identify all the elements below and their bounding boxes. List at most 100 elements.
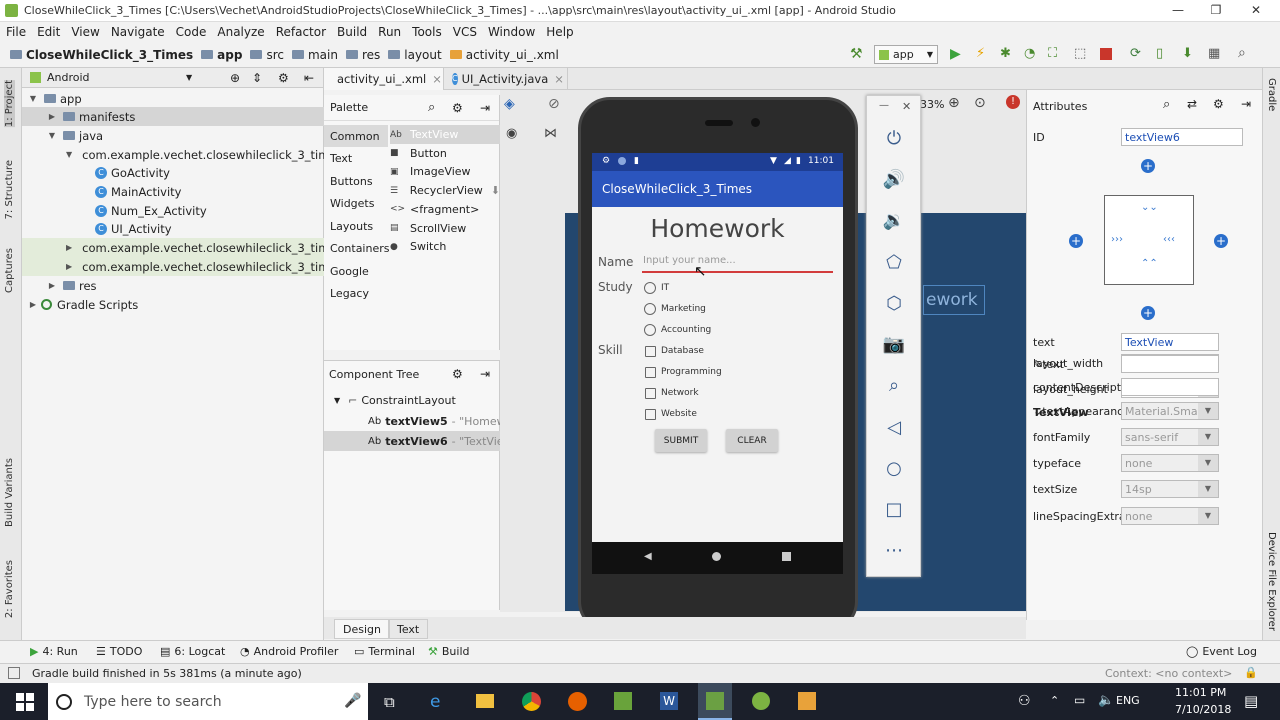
palette-category-text[interactable]: Text [324, 148, 388, 170]
breadcrumb-src[interactable]: src [250, 48, 284, 62]
breadcrumb-file[interactable]: activity_ui_.xml [449, 48, 559, 62]
camera-icon[interactable]: 📷 [881, 332, 907, 358]
tree-item[interactable]: ▶ com.example.vechet.closewhileclick_3_ti… [22, 257, 343, 276]
tree-item[interactable]: ▶ com.example.vechet.closewhileclick_3_ti… [22, 238, 343, 257]
radio-it[interactable] [644, 282, 656, 294]
wrap-horizontal-icon[interactable]: ‹‹‹ [1163, 234, 1175, 245]
windows-start-icon[interactable] [16, 693, 34, 711]
zoom-fit-icon[interactable]: ⊙ [974, 95, 986, 111]
attr-value-input[interactable]: sans-serif ▼ [1121, 428, 1219, 446]
hide-icon[interactable]: ⇤ [304, 71, 314, 85]
swap-view-icon[interactable]: ⇄ [1187, 97, 1197, 111]
palette-item-scrollview[interactable]: ▤ ScrollView [390, 219, 500, 238]
sync-gradle-icon[interactable]: ⟳ [1130, 46, 1141, 61]
rotate-left-icon[interactable]: ⬠ [881, 250, 907, 276]
radio-accounting[interactable] [644, 324, 656, 336]
menu-code[interactable]: Code [176, 25, 207, 39]
tree-item[interactable]: C UI_Activity [22, 219, 324, 238]
download-icon[interactable]: ⬇ [491, 184, 500, 197]
radio-marketing[interactable] [644, 303, 656, 315]
sync-icon[interactable]: ⊕ [230, 71, 240, 85]
wrap-vertical-icon[interactable]: ⌄⌄ [1141, 202, 1158, 213]
error-icon[interactable]: ! [1006, 95, 1020, 109]
network-icon[interactable]: ▭ [1074, 693, 1085, 707]
blueprint-textview[interactable]: ework [923, 285, 985, 315]
structure-tool-tab[interactable]: 7: Structure [4, 160, 15, 219]
palette-category-layouts[interactable]: Layouts [324, 215, 388, 237]
menu-view[interactable]: View [71, 25, 99, 39]
avd-manager-icon[interactable]: ▯ [1156, 46, 1163, 61]
magnet-off-icon[interactable]: ⋈ [544, 126, 557, 141]
palette-item-switch[interactable]: ● Switch [390, 237, 500, 256]
tree-item[interactable]: ▼ java [22, 126, 324, 145]
close-tab-icon[interactable]: × [432, 72, 442, 86]
palette-item-button[interactable]: ■ Button [390, 144, 500, 163]
lock-icon[interactable]: 🔒 [1244, 666, 1258, 679]
clock-time[interactable]: 11:01 PM [1175, 686, 1226, 699]
hide-icon[interactable]: ⇥ [480, 101, 490, 115]
debug-icon[interactable]: ✱ [1000, 46, 1011, 61]
input-language[interactable]: ENG [1116, 694, 1140, 707]
home-icon[interactable]: ○ [881, 456, 907, 482]
search-icon[interactable]: ⌕ [1238, 45, 1246, 61]
eye-icon[interactable]: ◉ [506, 126, 517, 141]
add-constraint-bottom-icon[interactable]: + [1141, 306, 1155, 320]
project-view-select[interactable]: Android [47, 71, 90, 84]
tool-logcat[interactable]: ▤ 6: Logcat [160, 645, 225, 658]
captures-tool-tab[interactable]: Captures [4, 248, 15, 293]
submit-button[interactable]: SUBMIT [655, 429, 707, 452]
apply-changes-icon[interactable]: ⚡ [976, 46, 985, 61]
close-button[interactable]: ✕ [1246, 3, 1266, 19]
palette-item-fragment[interactable]: <> <fragment> [390, 200, 500, 219]
tool-run[interactable]: ▶ 4: Run [30, 645, 78, 658]
attr-id-input[interactable]: textView6 [1121, 128, 1243, 146]
tool-todo[interactable]: ☰ TODO [96, 645, 142, 658]
overview-icon[interactable]: □ [881, 497, 907, 523]
palette-category-common[interactable]: Common [324, 125, 388, 147]
tool-build[interactable]: ⚒ Build [428, 645, 470, 658]
palette-category-widgets[interactable]: Widgets [324, 193, 388, 215]
back-icon[interactable]: ◀ [644, 551, 652, 562]
checkbox-network[interactable] [645, 388, 656, 399]
make-project-icon[interactable]: ⚒ [850, 46, 863, 62]
tree-item-textview6[interactable]: Ab textView6 - "TextView" [324, 431, 500, 451]
menu-tools[interactable]: Tools [412, 25, 442, 39]
layers-icon[interactable]: ◈ [504, 96, 515, 112]
breadcrumb-layout[interactable]: layout [388, 48, 442, 62]
home-icon[interactable] [712, 552, 721, 561]
attr-value-input[interactable] [1121, 355, 1219, 373]
palette-category-buttons[interactable]: Buttons [324, 170, 388, 192]
build-variants-tool-tab[interactable]: Build Variants [4, 458, 15, 527]
tab-activity-ui-xml[interactable]: activity_ui_.xml × [324, 68, 444, 90]
attr-value-input[interactable]: 14sp ▼ [1121, 480, 1219, 498]
favorites-tool-tab[interactable]: 2: Favorites [4, 560, 15, 618]
palette-category-google[interactable]: Google [324, 260, 388, 282]
tree-item[interactable]: ▼ app [22, 89, 324, 108]
tray-chevron-icon[interactable]: ⌃ [1050, 694, 1059, 707]
name-input[interactable]: Input your name... [642, 255, 833, 273]
attr-value-input[interactable]: TextView [1121, 333, 1219, 351]
maximize-button[interactable]: ❐ [1206, 3, 1226, 19]
tree-item-textview5[interactable]: Ab textView5 - "Homework" [324, 411, 500, 431]
device-file-explorer-tab[interactable]: Device File Explorer [1266, 532, 1277, 631]
menu-window[interactable]: Window [488, 25, 535, 39]
volume-down-icon[interactable]: 🔉 [881, 208, 907, 234]
taskbar-search-box[interactable]: Type here to search 🎤 [48, 683, 368, 720]
file-explorer-icon[interactable] [476, 694, 494, 708]
expand-arrow-icon[interactable]: ⌄ [1033, 405, 1042, 418]
tool-event-log[interactable]: ◯ Event Log [1186, 645, 1257, 658]
breadcrumb-res[interactable]: res [345, 48, 380, 62]
palette-item-textview[interactable]: Ab TextView [390, 125, 500, 144]
app-icon[interactable] [798, 692, 816, 710]
recents-icon[interactable] [782, 552, 791, 561]
attr-value-input[interactable]: none ▼ [1121, 454, 1219, 472]
sdk-manager-icon[interactable]: ⬇ [1182, 46, 1193, 61]
emulator-screen[interactable] [592, 153, 843, 542]
tree-item[interactable]: ▶ Gradle Scripts [22, 295, 324, 314]
breadcrumb-app[interactable]: app [201, 48, 242, 62]
tree-item[interactable]: ▶ res [22, 276, 324, 295]
task-view-icon[interactable]: ⧉ [384, 693, 395, 711]
back-icon[interactable]: ◁ [881, 415, 907, 441]
menu-file[interactable]: File [6, 25, 26, 39]
expand-arrow-icon[interactable]: ▶ [47, 112, 57, 121]
